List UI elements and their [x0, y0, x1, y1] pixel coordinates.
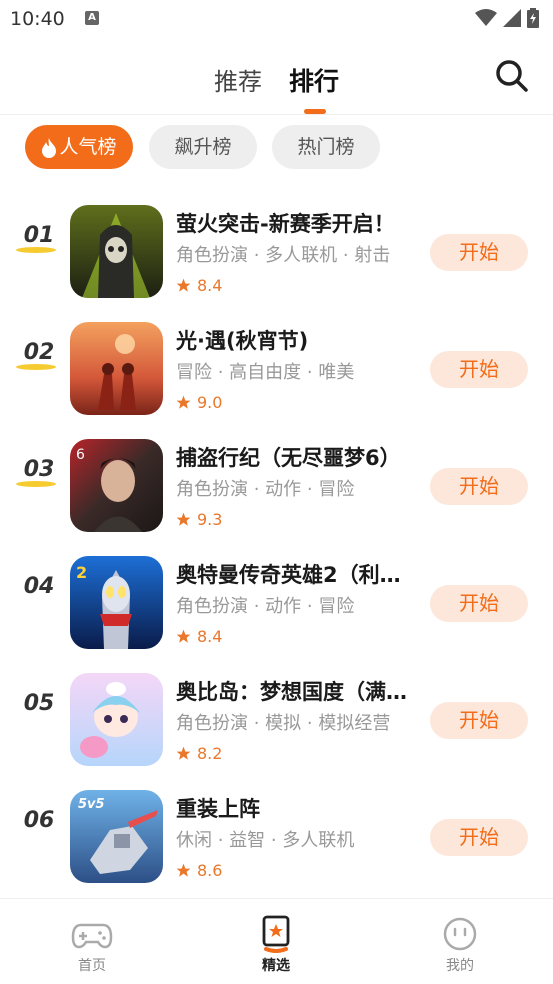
bottom-navigation: 首页 精选 我的 — [0, 898, 553, 984]
rating-value: 8.6 — [197, 861, 223, 880]
app-tags: 休闲 · 益智 · 多人联机 — [176, 830, 355, 851]
nav-featured[interactable]: 精选 — [236, 915, 316, 975]
rating-value: 8.4 — [197, 627, 223, 646]
nav-profile[interactable]: 我的 — [420, 915, 500, 975]
app-name[interactable]: 光·遇(秋宵节) — [176, 325, 416, 355]
app-name[interactable]: 捕盗行纪（无尽噩梦6） — [176, 442, 416, 472]
rating-value: 9.0 — [197, 393, 223, 412]
app-name[interactable]: 奥比岛：梦想国度（满… — [176, 676, 416, 706]
svg-text:5v5: 5v5 — [78, 797, 105, 812]
chip-trending[interactable]: 热门榜 — [272, 125, 380, 169]
svg-text:6: 6 — [76, 447, 85, 463]
tab-ranking[interactable]: 排行 — [289, 62, 339, 98]
star-icon — [176, 629, 191, 643]
app-tags: 角色扮演 · 多人联机 · 射击 — [176, 245, 391, 266]
app-rating: 8.2 — [176, 744, 222, 763]
status-icons — [475, 8, 539, 28]
app-icon-ultraman[interactable]: 2 — [70, 556, 163, 649]
ranking-filter-chips: 人气榜 飙升榜 热门榜 — [0, 125, 553, 171]
active-tab-indicator — [304, 109, 326, 114]
rating-value: 8.2 — [197, 744, 223, 763]
app-name[interactable]: 重装上阵 — [176, 793, 416, 823]
rank-number: 01 — [23, 223, 55, 248]
app-icon-zhongzhuang[interactable]: 5v5 — [70, 790, 163, 883]
nav-home-label: 首页 — [78, 958, 106, 974]
rating-value: 8.4 — [197, 276, 223, 295]
star-icon — [176, 395, 191, 409]
nav-home[interactable]: 首页 — [52, 915, 132, 975]
star-icon — [176, 512, 191, 526]
list-item[interactable]: 06 5v5 重装上阵 休闲 · 益智 · 多人联机 8.6 开始 — [0, 775, 553, 892]
list-item[interactable]: 02 光·遇(秋宵节) 冒险 · 高自由度 · 唯美 9.0 开始 — [0, 307, 553, 424]
list-item[interactable]: 03 6 捕盗行纪（无尽噩梦6） 角色扮演 · 动作 · 冒险 9.3 开始 — [0, 424, 553, 541]
app-name[interactable]: 奥特曼传奇英雄2（利… — [176, 559, 416, 589]
star-icon — [176, 746, 191, 760]
app-tags: 冒险 · 高自由度 · 唯美 — [176, 362, 355, 383]
app-tags: 角色扮演 · 动作 · 冒险 — [176, 479, 355, 500]
gamepad-icon — [71, 923, 113, 949]
signal-icon — [503, 9, 521, 27]
list-item[interactable]: 01 萤火突击-新赛季开启！ 角色扮演 · 多人联机 · 射击 8.4 开始 — [0, 190, 553, 307]
start-button[interactable]: 开始 — [430, 234, 528, 271]
rating-value: 9.3 — [197, 510, 223, 529]
app-rating: 8.6 — [176, 861, 222, 880]
start-button[interactable]: 开始 — [430, 351, 528, 388]
app-tags: 角色扮演 · 模拟 · 模拟经营 — [176, 713, 391, 734]
app-rating: 8.4 — [176, 627, 222, 646]
start-button[interactable]: 开始 — [430, 468, 528, 505]
rank-highlight — [16, 364, 56, 370]
status-bar: 10:40 A — [0, 0, 553, 40]
app-rating: 9.3 — [176, 510, 222, 529]
search-icon[interactable] — [494, 58, 530, 94]
app-tags: 角色扮演 · 动作 · 冒险 — [176, 596, 355, 617]
list-item[interactable]: 05 奥比岛：梦想国度（满… 角色扮演 · 模拟 · 模拟经营 8.2 开始 — [0, 658, 553, 775]
rank-highlight — [16, 481, 56, 487]
rank-number: 04 — [23, 574, 55, 599]
nav-featured-label: 精选 — [262, 958, 290, 974]
rank-highlight — [16, 247, 56, 253]
chip-popularity-label: 人气榜 — [59, 136, 117, 158]
star-icon — [176, 278, 191, 292]
battery-icon — [527, 8, 539, 28]
app-icon-budao[interactable]: 6 — [70, 439, 163, 532]
app-icon-aobi[interactable] — [70, 673, 163, 766]
rank-number: 02 — [23, 340, 55, 365]
app-rating: 9.0 — [176, 393, 222, 412]
tab-recommend[interactable]: 推荐 — [214, 62, 262, 97]
notification-icon: A — [85, 11, 99, 25]
list-item[interactable]: 04 2 奥特曼传奇英雄2（利… 角色扮演 · 动作 · 冒险 8.4 开始 — [0, 541, 553, 658]
top-header: 推荐 排行 — [0, 40, 553, 115]
svg-text:2: 2 — [76, 563, 87, 582]
rank-number: 03 — [23, 457, 55, 482]
nav-profile-label: 我的 — [446, 958, 474, 974]
smiley-face-icon — [443, 917, 477, 951]
start-button[interactable]: 开始 — [430, 585, 528, 622]
app-icon-yinghuo[interactable] — [70, 205, 163, 298]
chip-popularity[interactable]: 人气榜 — [25, 125, 133, 169]
chip-rising[interactable]: 飙升榜 — [149, 125, 257, 169]
app-name[interactable]: 萤火突击-新赛季开启！ — [176, 208, 416, 238]
flame-icon — [42, 137, 57, 158]
rank-number: 05 — [23, 691, 55, 716]
star-icon — [176, 863, 191, 877]
status-time: 10:40 — [10, 8, 65, 30]
app-icon-sky[interactable] — [70, 322, 163, 415]
star-bookmark-icon — [262, 915, 290, 953]
start-button[interactable]: 开始 — [430, 702, 528, 739]
app-rating: 8.4 — [176, 276, 222, 295]
start-button[interactable]: 开始 — [430, 819, 528, 856]
rank-number: 06 — [23, 808, 55, 833]
wifi-icon — [475, 9, 497, 26]
